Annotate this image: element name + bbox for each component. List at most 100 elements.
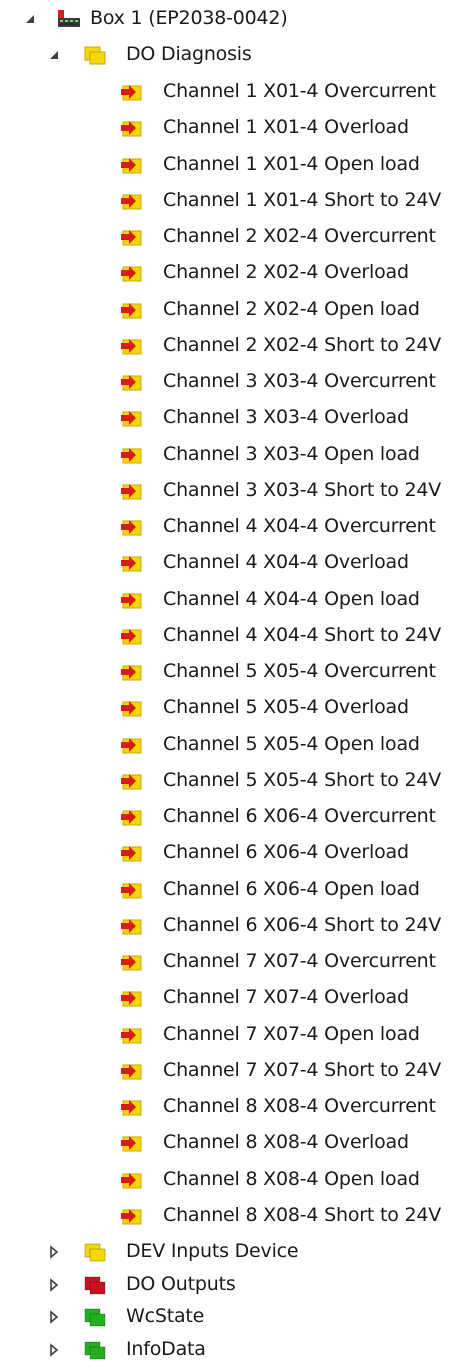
input-variable-icon — [121, 447, 142, 463]
tree-item-diagnosis-variable[interactable]: Channel 7 X07-4 Short to 24V — [0, 1053, 470, 1089]
tree-item-do-diagnosis[interactable]: DO Diagnosis — [0, 37, 470, 73]
tree-item-diagnosis-variable[interactable]: Channel 4 X04-4 Overcurrent — [0, 509, 470, 545]
input-variable-icon — [121, 882, 142, 898]
tree-item-label: Channel 6 X06-4 Overcurrent — [163, 805, 436, 827]
input-variable-icon — [121, 157, 142, 173]
tree-item-label: Channel 1 X01-4 Open load — [163, 152, 420, 175]
input-variable-icon — [121, 737, 142, 753]
tree-item-label: Channel 6 X06-4 Short to 24V — [163, 913, 442, 936]
tree-item-label: Channel 5 X05-4 Open load — [163, 732, 420, 755]
input-variable-icon — [121, 338, 142, 355]
input-variable-icon — [121, 1208, 142, 1225]
chevron-expanded-icon[interactable] — [22, 11, 38, 27]
tree-item-label: Box 1 (EP2038-0042) — [90, 7, 288, 29]
tree-item-label: DO Diagnosis — [126, 43, 252, 65]
tree-item-label: Channel 4 X04-4 Short to 24V — [163, 623, 442, 646]
tree-item-label: Channel 2 X02-4 Open load — [163, 297, 420, 320]
input-variable-icon — [121, 1136, 142, 1152]
tree-item-diagnosis-variable[interactable]: Channel 1 X01-4 Overload — [0, 110, 470, 146]
tree-item-diagnosis-variable[interactable]: Channel 3 X03-4 Short to 24V — [0, 473, 470, 509]
tree-item-diagnosis-variable[interactable]: Channel 5 X05-4 Short to 24V — [0, 763, 470, 799]
input-variable-icon — [121, 85, 142, 101]
tree-item-diagnosis-variable[interactable]: Channel 2 X02-4 Overcurrent — [0, 219, 470, 255]
tree-item-label: Channel 6 X06-4 Open load — [163, 877, 420, 900]
tree-item-diagnosis-variable[interactable]: Channel 5 X05-4 Overcurrent — [0, 654, 470, 690]
tree-item-label: Channel 8 X08-4 Overcurrent — [163, 1095, 436, 1117]
tree-item-diagnosis-variable[interactable]: Channel 4 X04-4 Open load — [0, 582, 470, 618]
input-variable-icon — [121, 520, 142, 536]
tree-item-label: Channel 7 X07-4 Short to 24V — [163, 1058, 442, 1081]
tree-item-diagnosis-variable[interactable]: Channel 5 X05-4 Open load — [0, 727, 470, 763]
tree-item-diagnosis-variable[interactable]: Channel 3 X03-4 Open load — [0, 437, 470, 473]
tree-item-label: Channel 2 X02-4 Overcurrent — [163, 225, 436, 247]
tree-item-diagnosis-variable[interactable]: Channel 5 X05-4 Overload — [0, 690, 470, 726]
tree-item-diagnosis-variable[interactable]: Channel 7 X07-4 Overload — [0, 980, 470, 1016]
tree-item-label: DO Outputs — [126, 1272, 236, 1295]
red-folder-icon — [84, 1276, 106, 1294]
tree-item-diagnosis-variable[interactable]: Channel 1 X01-4 Overcurrent — [0, 74, 470, 110]
tree-item-label: Channel 5 X05-4 Overload — [163, 696, 409, 719]
tree-item-label: Channel 8 X08-4 Overload — [163, 1131, 409, 1154]
tree-item-diagnosis-variable[interactable]: Channel 7 X07-4 Overcurrent — [0, 944, 470, 980]
tree-item-diagnosis-variable[interactable]: Channel 4 X04-4 Overload — [0, 545, 470, 581]
tree-item-label: Channel 7 X07-4 Overload — [163, 986, 409, 1009]
tree-item-diagnosis-variable[interactable]: Channel 6 X06-4 Open load — [0, 872, 470, 908]
tree-item-label: Channel 1 X01-4 Overcurrent — [163, 80, 436, 102]
tree-item-label: Channel 4 X04-4 Overcurrent — [163, 515, 436, 537]
tree-item-label: Channel 8 X08-4 Open load — [163, 1167, 420, 1190]
tree-item-label: Channel 6 X06-4 Overload — [163, 841, 409, 864]
chevron-expanded-icon[interactable] — [46, 47, 62, 63]
tree-item-diagnosis-variable[interactable]: Channel 7 X07-4 Open load — [0, 1017, 470, 1053]
tree-item-diagnosis-variable[interactable]: Channel 3 X03-4 Overcurrent — [0, 364, 470, 400]
input-variable-icon — [121, 991, 142, 1007]
tree-item-label: WcState — [126, 1305, 205, 1327]
tree-item-box-1[interactable]: Box 1 (EP2038-0042) — [0, 1, 470, 37]
box-device-icon — [58, 10, 80, 27]
tree-item-diagnosis-variable[interactable]: Channel 8 X08-4 Short to 24V — [0, 1198, 470, 1234]
chevron-collapsed-icon[interactable] — [46, 1277, 62, 1293]
tree-item-diagnosis-variable[interactable]: Channel 3 X03-4 Overload — [0, 400, 470, 436]
tree-item-label: Channel 2 X02-4 Short to 24V — [163, 333, 442, 356]
input-variable-icon — [121, 810, 142, 826]
tree-item-label: Channel 3 X03-4 Overload — [163, 406, 409, 429]
tree-item-label: Channel 2 X02-4 Overload — [163, 261, 409, 284]
tree-item-diagnosis-variable[interactable]: Channel 2 X02-4 Overload — [0, 255, 470, 291]
tree-item-diagnosis-variable[interactable]: Channel 8 X08-4 Overload — [0, 1125, 470, 1161]
input-variable-icon — [121, 955, 142, 971]
yellow-folder-icon — [84, 1243, 106, 1262]
input-variable-icon — [121, 411, 142, 427]
tree-item-diagnosis-variable[interactable]: Channel 6 X06-4 Overcurrent — [0, 799, 470, 835]
tree-item-wcstate[interactable]: WcState — [0, 1299, 470, 1335]
tree-item-diagnosis-variable[interactable]: Channel 6 X06-4 Short to 24V — [0, 908, 470, 944]
green-folder-icon — [84, 1308, 106, 1327]
input-variable-icon — [121, 628, 142, 645]
chevron-collapsed-icon[interactable] — [46, 1309, 62, 1325]
green-folder-icon — [84, 1341, 106, 1359]
tree-item-label: Channel 3 X03-4 Short to 24V — [163, 478, 442, 501]
input-variable-icon — [121, 665, 142, 681]
input-variable-icon — [121, 483, 142, 500]
tree-item-diagnosis-variable[interactable]: Channel 1 X01-4 Short to 24V — [0, 183, 470, 219]
tree-item-do-outputs[interactable]: DO Outputs — [0, 1267, 470, 1303]
input-variable-icon — [121, 1027, 142, 1043]
tree-item-diagnosis-variable[interactable]: Channel 1 X01-4 Open load — [0, 147, 470, 183]
yellow-folder-icon — [84, 46, 106, 65]
tree-item-diagnosis-variable[interactable]: Channel 8 X08-4 Open load — [0, 1162, 470, 1198]
chevron-collapsed-icon[interactable] — [46, 1342, 62, 1358]
input-variable-icon — [121, 701, 142, 717]
tree-item-diagnosis-variable[interactable]: Channel 2 X02-4 Open load — [0, 292, 470, 328]
tree-item-label: Channel 1 X01-4 Short to 24V — [163, 188, 442, 211]
tree-item-label: Channel 7 X07-4 Overcurrent — [163, 950, 436, 972]
tree-item-diagnosis-variable[interactable]: Channel 8 X08-4 Overcurrent — [0, 1089, 470, 1125]
tree-item-infodata[interactable]: InfoData — [0, 1332, 470, 1368]
tree-item-label: Channel 7 X07-4 Open load — [163, 1022, 420, 1045]
tree-item-diagnosis-variable[interactable]: Channel 2 X02-4 Short to 24V — [0, 328, 470, 364]
tree-item-dev-inputs-device[interactable]: DEV Inputs Device — [0, 1234, 470, 1270]
tree-item-label: Channel 1 X01-4 Overload — [163, 116, 409, 139]
chevron-collapsed-icon[interactable] — [46, 1244, 62, 1260]
tree-item-diagnosis-variable[interactable]: Channel 4 X04-4 Short to 24V — [0, 618, 470, 654]
tree-item-diagnosis-variable[interactable]: Channel 6 X06-4 Overload — [0, 835, 470, 871]
tree-item-label: Channel 5 X05-4 Short to 24V — [163, 768, 442, 791]
input-variable-icon — [121, 592, 142, 608]
input-variable-icon — [121, 266, 142, 282]
